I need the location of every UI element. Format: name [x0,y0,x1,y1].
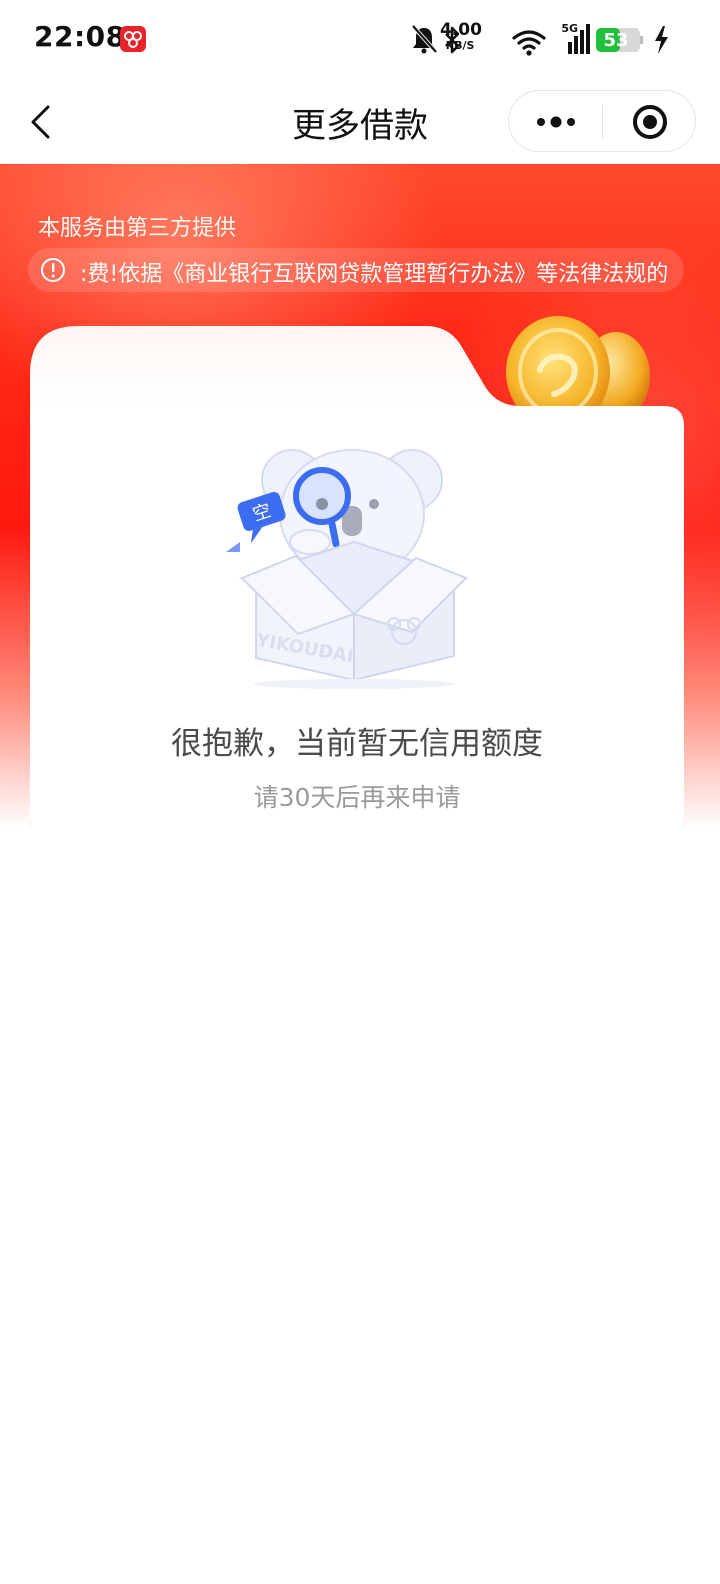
empty-state-title: 很抱歉，当前暂无信用额度 [171,726,543,762]
status-bar: 22:08 4.00 KB/S 5G 53 [0,0,720,80]
notice-marquee[interactable]: :费!依据《商业银行互联网贷款管理暂行办法》等法律法规的 [28,248,684,292]
chevron-left-icon [31,105,50,139]
close-miniapp-button[interactable] [603,91,696,153]
nav-bar: 更多借款 [0,80,720,164]
status-time: 22:08 [34,20,126,53]
network-speed-unit: KB/S [445,39,475,52]
wifi-icon [512,30,546,56]
provider-note: 本服务由第三方提供 [38,216,237,241]
target-circle-icon [632,105,667,139]
page-title: 更多借款 [292,106,428,146]
miniapp-capsule [508,90,696,152]
info-circle-icon [41,258,65,282]
network-speed-value: 4.00 [440,20,482,40]
empty-state-card: 空 YIKOUDAI 很抱歉，当前暂无信用额度 请30天后再来申请 [30,326,684,828]
mute-bell-icon [411,24,438,54]
app-notification-icon [120,26,146,52]
more-dots-icon [536,116,575,128]
battery-level: 53 [603,30,629,51]
empty-state-subtitle: 请30天后再来申请 [253,783,461,812]
hero-banner: 本服务由第三方提供 :费!依据《商业银行互联网贷款管理暂行办法》等法律法规的 空… [0,164,720,828]
charging-icon [655,26,668,54]
notice-text: :费!依据《商业银行互联网贷款管理暂行办法》等法律法规的 [80,262,669,287]
more-button[interactable] [509,91,602,153]
koala-box-illustration: 空 YIKOUDAI [226,449,470,689]
cell-label: 5G [561,22,578,35]
back-button[interactable] [18,96,62,148]
